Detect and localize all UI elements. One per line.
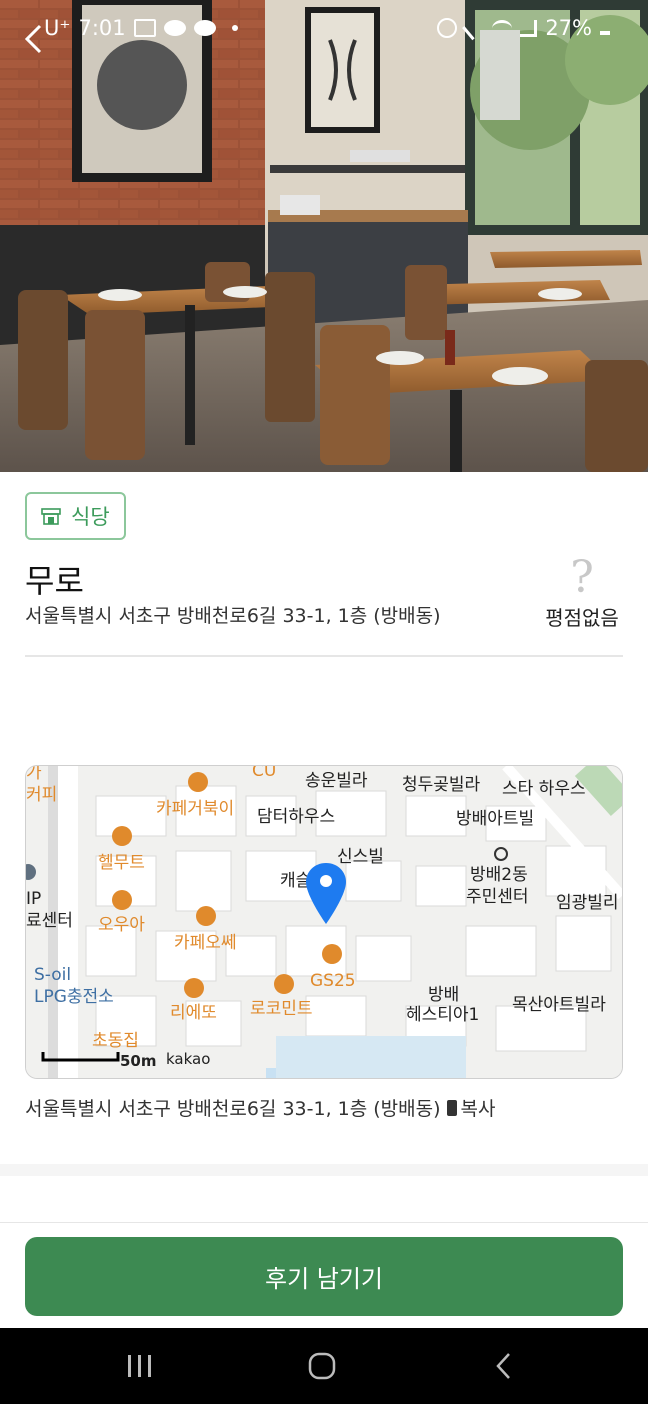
- home-button[interactable]: [292, 1344, 352, 1388]
- category-badge: 식당: [25, 492, 126, 540]
- rating-box: ? 평점없음: [537, 556, 627, 631]
- map-label: 스타 하우스: [502, 779, 586, 799]
- map-label: 담터하우스: [257, 807, 335, 827]
- leave-review-button[interactable]: 후기 남기기: [25, 1237, 623, 1316]
- battery-percent: 27%: [545, 16, 592, 40]
- chat-bubble-icon: [193, 20, 216, 36]
- map-label: GS25: [310, 971, 356, 991]
- map-label: 목산아트빌라: [512, 995, 606, 1015]
- map-label: 방배2동: [470, 865, 528, 885]
- map-view[interactable]: 가 커피 CU 송운빌라 청두곶빌라 스타 하우스 카페거북이 담터하우스 방배…: [25, 765, 623, 1079]
- map-label: 송운빌라: [305, 771, 368, 791]
- battery-icon: [600, 31, 610, 35]
- map-label: IP: [26, 889, 41, 909]
- place-address: 서울특별시 서초구 방배천로6길 33-1, 1층 (방배동): [25, 605, 441, 627]
- recent-apps-icon: [128, 1355, 151, 1377]
- wifi-icon: [492, 19, 513, 37]
- map-label: 료센터: [26, 911, 73, 931]
- map-label: S-oil: [34, 965, 71, 985]
- back-icon: [496, 1353, 510, 1379]
- gallery-icon: [133, 19, 156, 37]
- map-label: 임광빌리: [556, 893, 619, 913]
- map-label: 초동집: [92, 1031, 139, 1051]
- place-name: 무로: [25, 562, 84, 600]
- copy-icon: [446, 1099, 457, 1116]
- map-address: 서울특별시 서초구 방배천로6길 33-1, 1층 (방배동): [25, 1098, 441, 1120]
- section-separator: [0, 1164, 648, 1176]
- map-label: LPG충전소: [34, 987, 114, 1007]
- map-label: 커피: [26, 785, 57, 805]
- clock: 7:01: [78, 16, 126, 40]
- recent-apps-button[interactable]: [110, 1344, 170, 1388]
- notification-dot-icon: [231, 25, 238, 31]
- carrier-label: U⁺: [44, 16, 71, 40]
- copy-button[interactable]: 복사: [446, 1094, 496, 1121]
- map-label: 카페오쎄: [174, 933, 237, 953]
- rating-text: 평점없음: [545, 606, 619, 630]
- map-label: 리에또: [170, 1003, 217, 1023]
- map-label: 방배: [428, 985, 459, 1005]
- signal-icon: [520, 19, 538, 37]
- home-icon: [308, 1352, 336, 1380]
- map-label: 로코민트: [250, 999, 313, 1019]
- map-label: 카페거북이: [156, 799, 234, 819]
- map-label: 오우아: [98, 915, 145, 935]
- kakao-label: kakao: [166, 1050, 210, 1068]
- back-button[interactable]: [474, 1344, 534, 1388]
- map-label: 헤스티아1: [406, 1005, 479, 1025]
- map-scale-label: 50m: [120, 1052, 157, 1070]
- map-label: 청두곶빌라: [402, 775, 481, 795]
- map-address-row: 서울특별시 서초구 방배천로6길 33-1, 1층 (방배동) 복사: [25, 1094, 496, 1121]
- map-label: 가: [26, 766, 42, 783]
- status-bar: U⁺ 7:01 27%: [0, 0, 648, 60]
- map-label: 주민센터: [466, 887, 529, 907]
- category-label: 식당: [71, 505, 110, 529]
- map-label: 방배아트빌: [456, 809, 534, 829]
- talk-icon: [163, 20, 186, 36]
- store-icon: [41, 508, 61, 525]
- restaurant-photo: [0, 0, 648, 472]
- system-nav-bar: [0, 1328, 648, 1404]
- map-label: 신스빌: [337, 847, 384, 867]
- question-mark-icon: ?: [570, 552, 594, 603]
- map-label: 헬무트: [98, 853, 145, 873]
- map-label: CU: [252, 766, 276, 781]
- divider: [0, 1222, 648, 1223]
- back-arrow-icon[interactable]: [22, 22, 44, 56]
- copy-label: 복사: [460, 1098, 496, 1120]
- divider: [25, 655, 623, 657]
- mute-icon: [462, 15, 488, 41]
- alarm-icon: [437, 18, 458, 38]
